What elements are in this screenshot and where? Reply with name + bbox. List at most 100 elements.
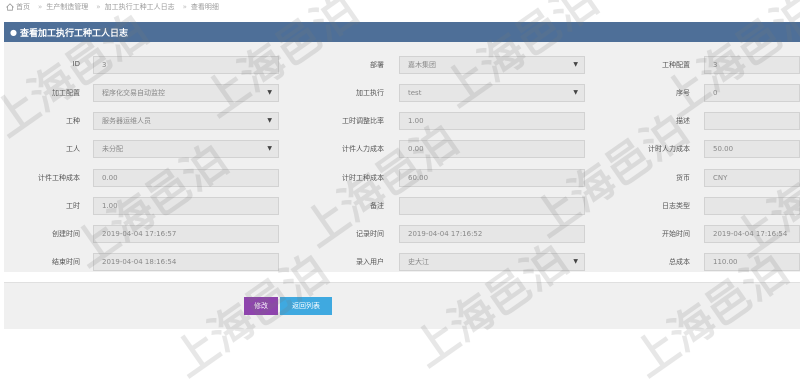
panel-header: ● 查看加工执行工种工人日志 [4,22,800,42]
form-row: ID 3 部署 嘉木集团 ▼ 工种配置 3 [4,56,800,76]
field-label: 创建时间 [52,230,80,238]
field-label: 记录时间 [356,230,384,238]
field-label: 备注 [370,202,384,210]
eye-icon: ● [10,27,17,37]
caret-down-icon: ▼ [267,117,272,124]
caret-down-icon: ▼ [573,89,578,96]
home-icon [6,3,14,11]
field-label: 总成本 [669,258,690,266]
select-field[interactable]: 服务器运维人员 ▼ [93,112,279,130]
breadcrumb-home[interactable]: 首页 [6,2,30,12]
panel-title: 查看加工执行工种工人日志 [19,28,128,39]
form-row: 计件工种成本 0.00 计时工种成本 60.00 货币 CNY [4,169,800,189]
caret-down-icon: ▼ [573,258,578,265]
caret-down-icon: ▼ [267,89,272,96]
back-to-list-button[interactable]: 返回列表 [280,297,332,315]
readonly-field[interactable]: 3 [93,56,279,74]
field-label: 录入用户 [356,258,384,266]
field-value: 3 [713,61,718,69]
select-field[interactable]: 程序化交易自动监控 ▼ [93,84,279,102]
detail-form: ID 3 部署 嘉木集团 ▼ 工种配置 3 加工配置 程序化交易自动监控 ▼ 加工执行 test ▼ 序号… [4,42,800,272]
form-actions: 修改 返回列表 [4,282,800,329]
breadcrumb-separator: » [38,3,43,11]
readonly-field[interactable]: 2019-04-04 17:16:54 [704,225,800,243]
breadcrumb-item[interactable]: 加工执行工种工人日志 [105,2,175,12]
field-value: 2019-04-04 17:16:52 [408,230,483,238]
field-value: 史大江 [408,258,429,266]
readonly-field[interactable]: 60.00 [399,169,585,187]
field-value: 0.00 [408,145,424,153]
breadcrumb-separator: » [182,3,187,11]
field-label: 结束时间 [52,258,80,266]
readonly-field[interactable]: 0.00 [93,169,279,187]
readonly-field[interactable]: 1.00 [93,197,279,215]
field-value: 50.00 [713,145,734,153]
field-label: ID [72,60,80,68]
readonly-field[interactable]: 0.00 [399,140,585,158]
breadcrumb-separator: » [96,3,101,11]
select-field[interactable]: 未分配 ▼ [93,140,279,158]
readonly-field[interactable]: 1.00 [399,112,585,130]
breadcrumb-item[interactable]: 生产制造管理 [46,2,88,12]
field-label: 工种 [66,117,80,125]
field-label: 部署 [370,61,384,69]
readonly-field[interactable]: 0 [704,84,800,102]
field-label: 序号 [676,89,690,97]
select-field[interactable]: test ▼ [399,84,585,102]
readonly-field[interactable]: 50.00 [704,140,800,158]
breadcrumb: 首页 » 生产制造管理 » 加工执行工种工人日志 » 查看明细 [0,0,800,14]
field-value: 服务器运维人员 [102,117,151,125]
field-value: 2019-04-04 18:16:54 [102,258,177,266]
field-value: 1.00 [408,117,424,125]
field-label: 计件工种成本 [38,174,80,182]
field-label: 工人 [66,145,80,153]
field-label: 工时 [66,202,80,210]
readonly-field[interactable]: 2019-04-04 17:16:52 [399,225,585,243]
field-value: 程序化交易自动监控 [102,89,165,97]
field-label: 工时调整比率 [342,117,384,125]
readonly-field[interactable] [704,197,800,215]
form-row: 工时 1.00 备注 日志类型 [4,197,800,217]
field-label: 计时工种成本 [342,174,384,182]
field-value: 嘉木集团 [408,61,436,69]
readonly-field[interactable]: 2019-04-04 18:16:54 [93,253,279,271]
readonly-field[interactable]: 2019-04-04 17:16:57 [93,225,279,243]
field-label: 工种配置 [662,61,690,69]
field-value: 0 [713,89,718,97]
field-label: 开始时间 [662,230,690,238]
field-value: CNY [713,174,728,182]
readonly-field[interactable] [704,112,800,130]
breadcrumb-item: 首页 [16,3,30,11]
readonly-field[interactable]: 3 [704,56,800,74]
field-value: 2019-04-04 17:16:57 [102,230,177,238]
field-label: 计件人力成本 [342,145,384,153]
select-field[interactable]: 史大江 ▼ [399,253,585,271]
field-value: test [408,89,422,97]
field-label: 描述 [676,117,690,125]
breadcrumb-current: 查看明细 [190,3,219,11]
field-value: 3 [102,61,107,69]
field-label: 加工配置 [52,89,80,97]
readonly-field[interactable]: 110.00 [704,253,800,271]
field-label: 日志类型 [662,202,690,210]
field-label: 加工执行 [356,89,384,97]
edit-button[interactable]: 修改 [244,297,278,315]
field-label: 货币 [676,174,690,182]
form-row: 结束时间 2019-04-04 18:16:54 录入用户 史大江 ▼ 总成本 110.00 [4,253,800,273]
field-value: 2019-04-04 17:16:54 [713,230,788,238]
select-field[interactable]: 嘉木集团 ▼ [399,56,585,74]
field-value: 0.00 [102,174,118,182]
form-row: 加工配置 程序化交易自动监控 ▼ 加工执行 test ▼ 序号 0 [4,84,800,104]
readonly-field[interactable] [399,197,585,215]
field-value: 60.00 [408,174,429,182]
caret-down-icon: ▼ [267,145,272,152]
field-label: 计时人力成本 [648,145,690,153]
form-row: 工人 未分配 ▼ 计件人力成本 0.00 计时人力成本 50.00 [4,140,800,160]
field-value: 110.00 [713,258,738,266]
field-value: 1.00 [102,202,118,210]
readonly-field[interactable]: CNY [704,169,800,187]
form-row: 创建时间 2019-04-04 17:16:57 记录时间 2019-04-04 17… [4,225,800,245]
caret-down-icon: ▼ [573,61,578,68]
form-row: 工种 服务器运维人员 ▼ 工时调整比率 1.00 描述 [4,112,800,132]
field-value: 未分配 [102,145,123,153]
